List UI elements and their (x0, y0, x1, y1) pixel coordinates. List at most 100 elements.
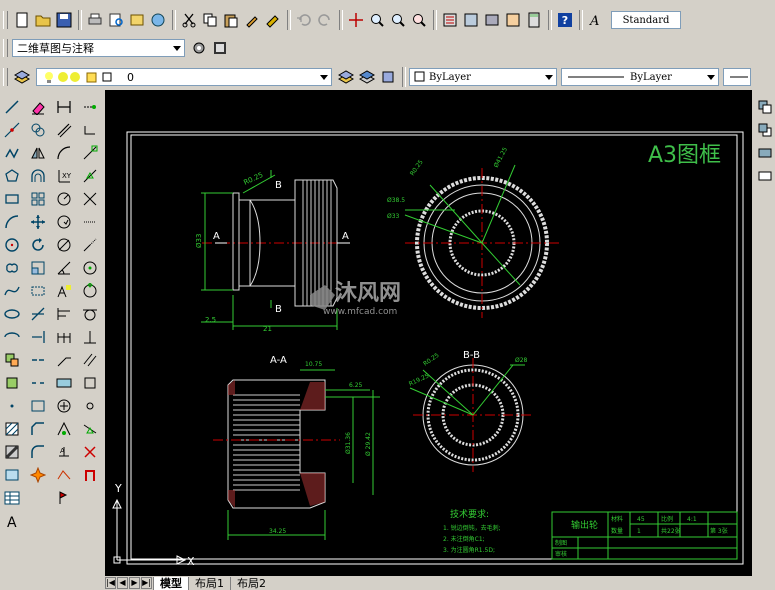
polygon-icon[interactable] (2, 166, 22, 186)
new-file-icon[interactable] (12, 10, 32, 30)
ellipse-arc-icon[interactable] (2, 327, 22, 347)
mirror-icon[interactable] (28, 143, 48, 163)
rotate-icon[interactable] (28, 235, 48, 255)
quick-dim-icon[interactable] (54, 281, 74, 301)
copy-object-icon[interactable] (28, 120, 48, 140)
tab-layout1[interactable]: 布局1 (188, 576, 230, 590)
workspace-settings-icon[interactable] (189, 38, 209, 58)
lineweight-combo[interactable] (723, 68, 751, 86)
paste-icon[interactable] (221, 10, 241, 30)
prev-tab-icon[interactable]: ◀ (117, 577, 128, 589)
snap-quadrant-icon[interactable] (80, 281, 100, 301)
jogged-dim-icon[interactable] (54, 212, 74, 232)
explode-icon[interactable] (28, 465, 48, 485)
design-center-icon[interactable] (461, 10, 481, 30)
copy-icon[interactable] (200, 10, 220, 30)
osnap-settings-icon[interactable] (80, 465, 100, 485)
extend-icon[interactable] (28, 327, 48, 347)
region-icon[interactable] (2, 465, 22, 485)
snap-tangent-icon[interactable] (80, 304, 100, 324)
layer-previous-icon[interactable] (357, 67, 377, 87)
plot-preview-icon[interactable] (106, 10, 126, 30)
text-style-icon[interactable]: A (586, 10, 606, 30)
temp-track-icon[interactable] (80, 97, 100, 117)
arc-length-icon[interactable] (54, 143, 74, 163)
snap-perpendicular-icon[interactable] (80, 327, 100, 347)
scale-icon[interactable] (28, 258, 48, 278)
move-icon[interactable] (28, 212, 48, 232)
dim-update-icon[interactable] (54, 465, 74, 485)
trim-icon[interactable] (28, 304, 48, 324)
make-block-icon[interactable] (2, 373, 22, 393)
linear-dim-icon[interactable] (54, 97, 74, 117)
open-folder-icon[interactable] (33, 10, 53, 30)
dim-style-icon[interactable] (54, 488, 74, 508)
redo-icon[interactable] (315, 10, 335, 30)
circle-icon[interactable] (2, 235, 22, 255)
snap-endpoint-icon[interactable] (80, 143, 100, 163)
tolerance-icon[interactable] (54, 373, 74, 393)
point-icon[interactable] (2, 396, 22, 416)
table-icon[interactable] (2, 488, 22, 508)
snap-center-icon[interactable] (80, 258, 100, 278)
draw-order-under-icon[interactable] (755, 166, 775, 186)
stretch-icon[interactable] (28, 281, 48, 301)
snap-from-icon[interactable] (80, 120, 100, 140)
join-icon[interactable] (28, 396, 48, 416)
layer-states-icon[interactable] (378, 67, 398, 87)
help-icon[interactable]: ? (555, 10, 575, 30)
snap-extension-icon[interactable] (80, 235, 100, 255)
draw-order-back-icon[interactable] (755, 120, 775, 140)
offset-icon[interactable] (28, 166, 48, 186)
radius-dim-icon[interactable] (54, 189, 74, 209)
match-properties-icon[interactable] (242, 10, 262, 30)
chamfer-icon[interactable] (28, 419, 48, 439)
break-icon[interactable] (28, 373, 48, 393)
polyline-icon[interactable] (2, 143, 22, 163)
rectangle-icon[interactable] (2, 189, 22, 209)
cut-icon[interactable] (179, 10, 199, 30)
snap-nearest-icon[interactable] (80, 419, 100, 439)
last-tab-icon[interactable]: ▶| (141, 577, 152, 589)
tab-model[interactable]: 模型 (153, 576, 188, 590)
revision-cloud-icon[interactable] (2, 258, 22, 278)
aligned-dim-icon[interactable] (54, 120, 74, 140)
drawing-canvas[interactable]: A3图框 Ø33 2.5 21 R0.25 A A B B Ø38.5 Ø33 … (105, 90, 752, 576)
tool-palettes-icon[interactable] (482, 10, 502, 30)
center-mark-icon[interactable] (54, 396, 74, 416)
zoom-window-icon[interactable] (388, 10, 408, 30)
snap-node-icon[interactable] (80, 396, 100, 416)
layer-combo[interactable]: 0 (36, 68, 332, 86)
spline-icon[interactable] (2, 281, 22, 301)
publish-icon[interactable] (127, 10, 147, 30)
save-icon[interactable] (54, 10, 74, 30)
snap-midpoint-icon[interactable] (80, 166, 100, 186)
snap-none-icon[interactable] (80, 442, 100, 462)
ellipse-icon[interactable] (2, 304, 22, 324)
toolbar-grip[interactable] (3, 68, 8, 86)
erase-icon[interactable] (28, 97, 48, 117)
draw-order-front-icon[interactable] (755, 97, 775, 117)
gradient-icon[interactable] (2, 442, 22, 462)
baseline-dim-icon[interactable] (54, 304, 74, 324)
fillet-icon[interactable] (28, 442, 48, 462)
continue-dim-icon[interactable] (54, 327, 74, 347)
etransmit-icon[interactable] (148, 10, 168, 30)
break-at-point-icon[interactable] (28, 350, 48, 370)
insert-block-icon[interactable] (2, 350, 22, 370)
zoom-realtime-icon[interactable] (367, 10, 387, 30)
snap-intersection-icon[interactable] (80, 189, 100, 209)
first-tab-icon[interactable]: |◀ (105, 577, 116, 589)
text-style-combo[interactable]: Standard (611, 11, 681, 29)
toolbar-grip[interactable] (3, 39, 8, 57)
undo-icon[interactable] (294, 10, 314, 30)
line-icon[interactable] (2, 97, 22, 117)
toolbar-grip[interactable] (3, 11, 8, 29)
hatch-icon[interactable] (2, 419, 22, 439)
properties-icon[interactable] (440, 10, 460, 30)
snap-apparent-icon[interactable] (80, 212, 100, 232)
make-current-layer-icon[interactable] (336, 67, 356, 87)
workspace-combo[interactable]: 二维草图与注释 (12, 39, 185, 57)
print-icon[interactable] (85, 10, 105, 30)
arc-icon[interactable] (2, 212, 22, 232)
